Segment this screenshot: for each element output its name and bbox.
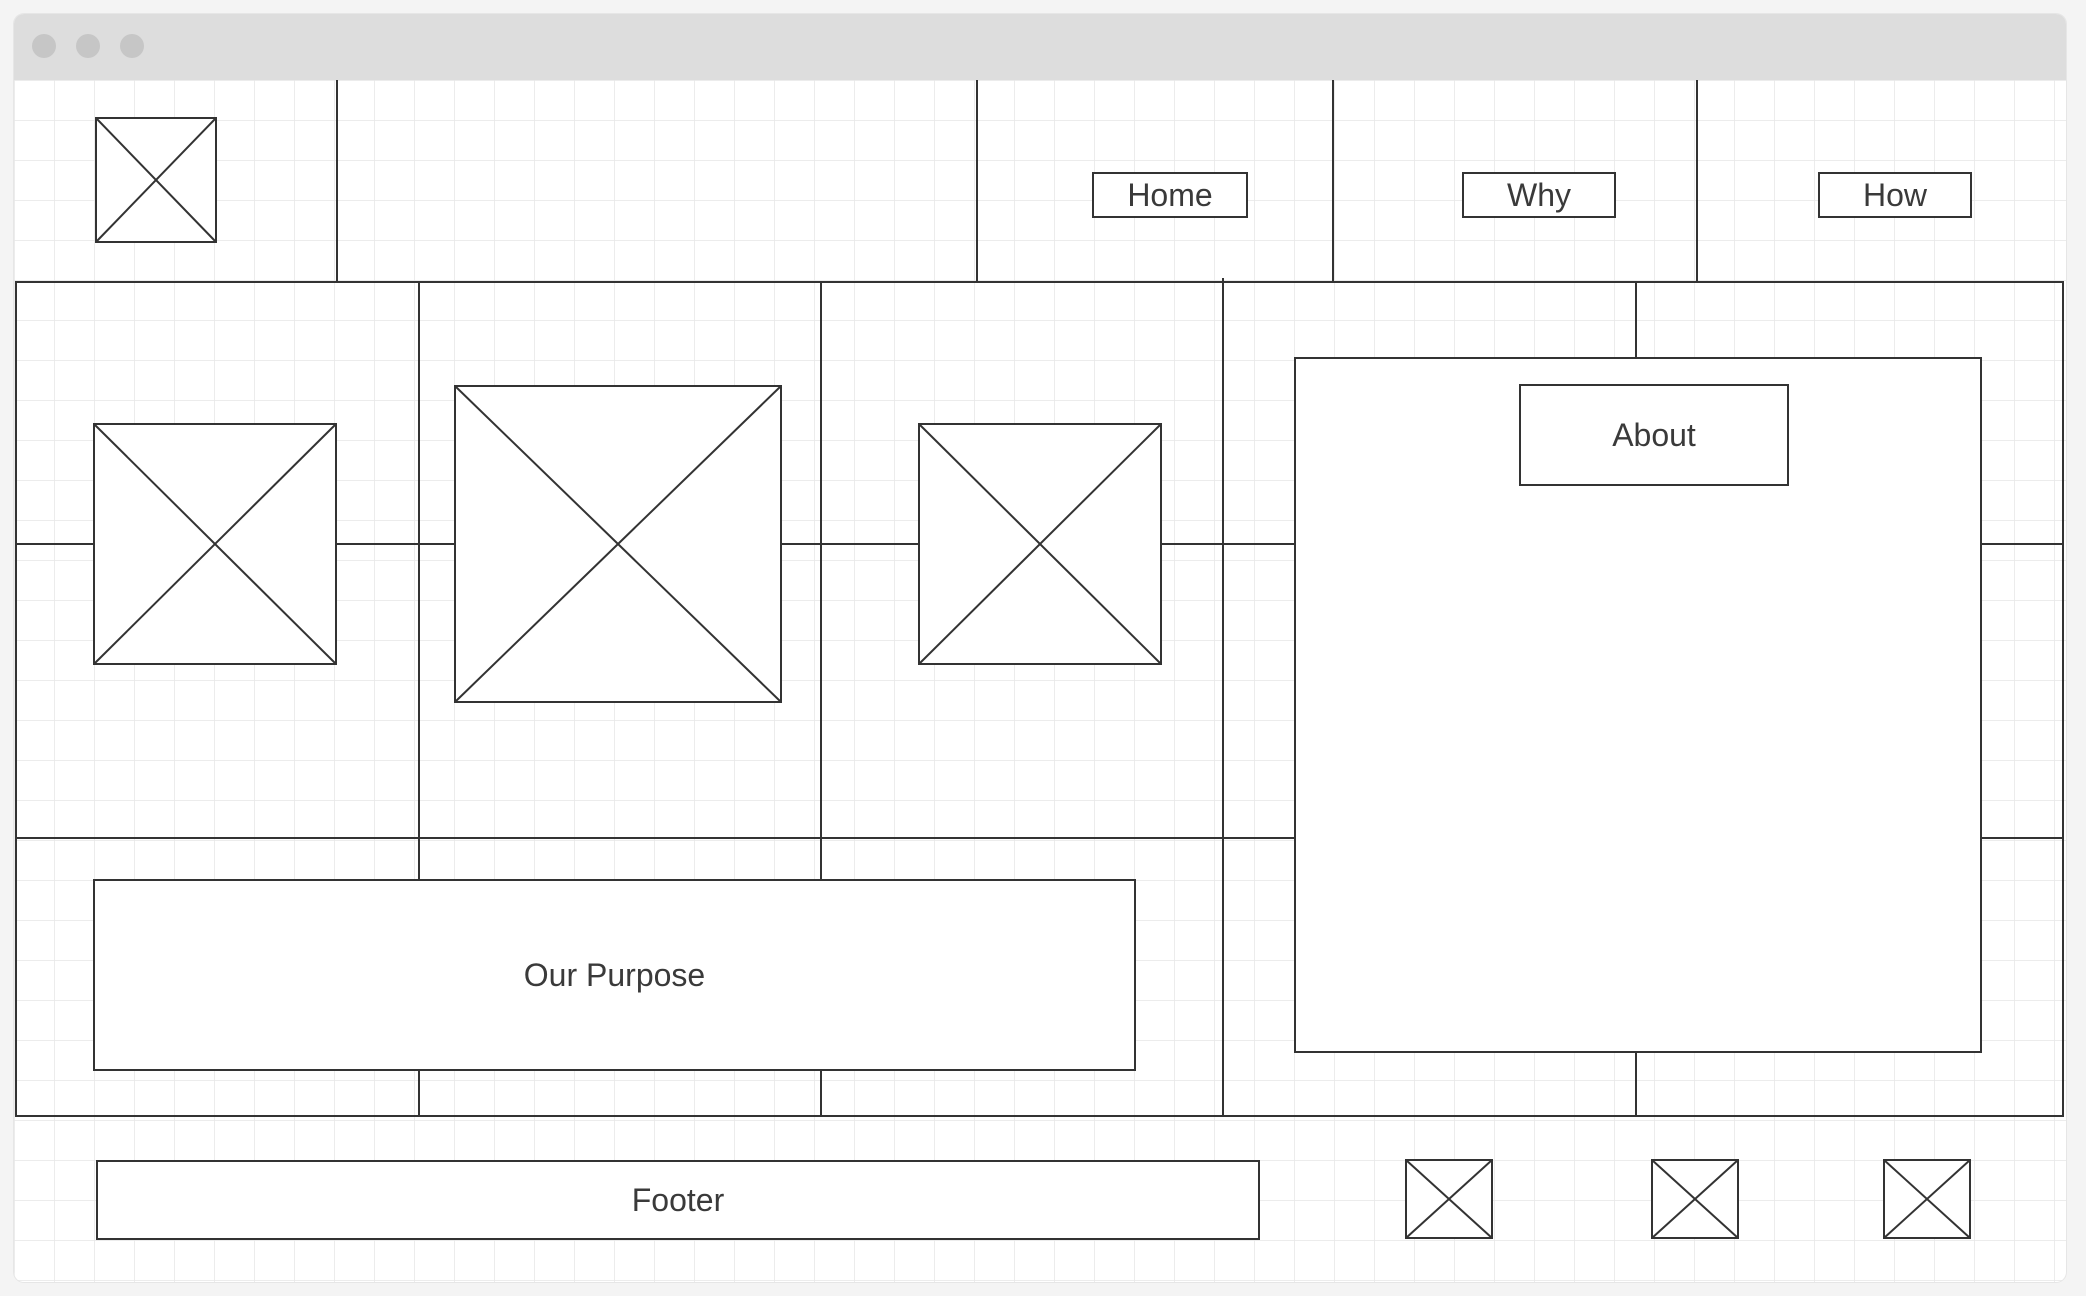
our-purpose-text: Our Purpose bbox=[523, 956, 706, 993]
window-close-button[interactable] bbox=[32, 34, 56, 58]
why-button[interactable]: Why bbox=[1462, 172, 1616, 218]
social-icon-3[interactable] bbox=[1883, 1159, 1971, 1239]
about-button[interactable]: About bbox=[1519, 384, 1789, 486]
footer-bar: Footer bbox=[96, 1160, 1260, 1240]
wireframe-drawing bbox=[14, 80, 2066, 1282]
window-minimize-button[interactable] bbox=[76, 34, 100, 58]
window-maximize-button[interactable] bbox=[120, 34, 144, 58]
logo-placeholder-icon bbox=[95, 117, 217, 243]
home-button[interactable]: Home bbox=[1092, 172, 1248, 218]
image-placeholder-icon bbox=[93, 423, 337, 665]
social-icon-2[interactable] bbox=[1651, 1159, 1739, 1239]
image-placeholder-icon bbox=[918, 423, 1162, 665]
social-icon-1[interactable] bbox=[1405, 1159, 1493, 1239]
how-button[interactable]: How bbox=[1818, 172, 1972, 218]
window-titlebar bbox=[14, 14, 2066, 80]
wireframe-canvas: Home Why How About Our Purpose Footer bbox=[14, 80, 2066, 1282]
browser-window: Home Why How About Our Purpose Footer bbox=[14, 14, 2066, 1282]
image-placeholder-icon bbox=[454, 385, 782, 703]
